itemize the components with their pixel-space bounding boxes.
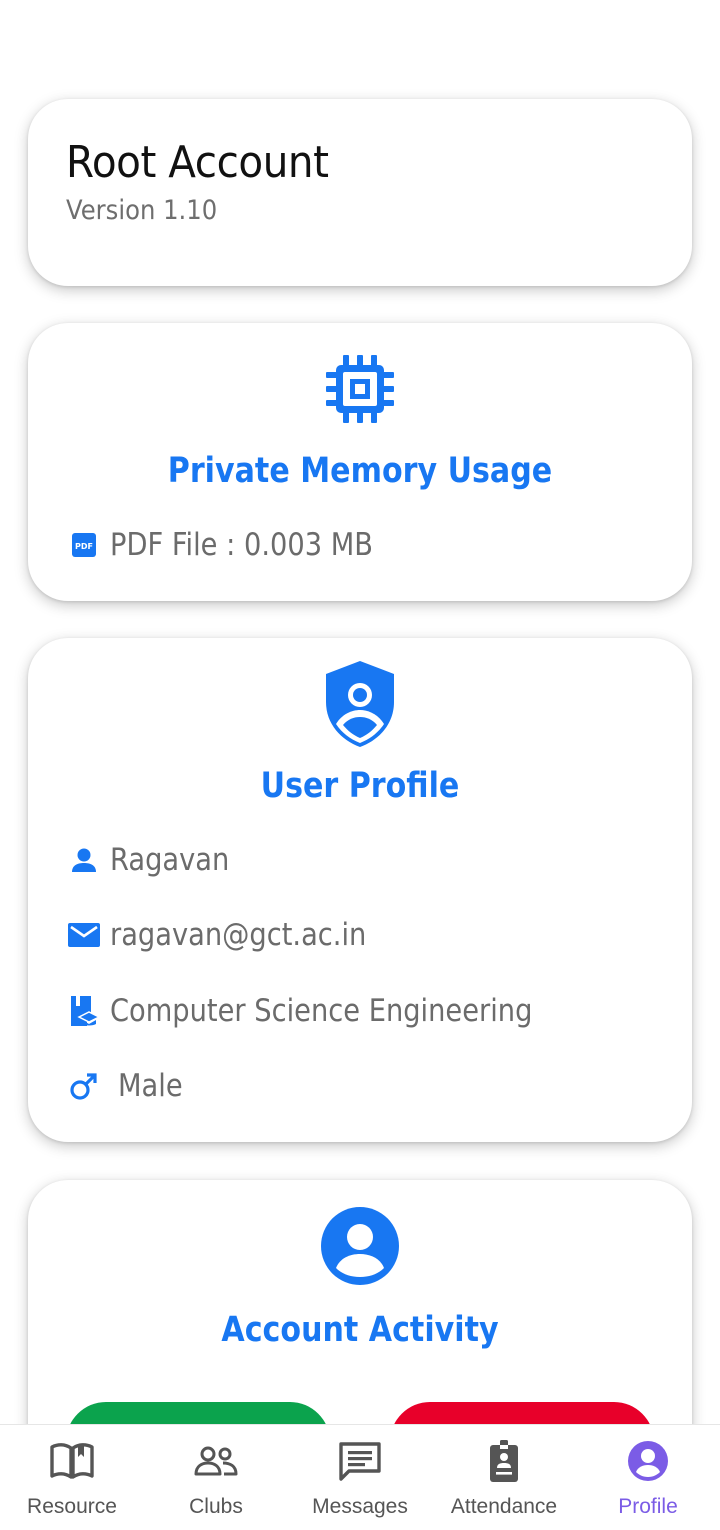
badge-icon	[480, 1439, 528, 1483]
book-icon	[48, 1439, 96, 1483]
memory-usage-card: Private Memory Usage PDF PDF File : 0.00…	[28, 323, 692, 601]
pdf-file-icon: PDF	[66, 527, 102, 563]
activity-red-button[interactable]	[390, 1402, 654, 1424]
svg-text:PDF: PDF	[75, 542, 93, 551]
activity-green-button[interactable]	[66, 1402, 330, 1424]
version-label: Version 1.10	[66, 195, 218, 226]
account-title: Root Account	[66, 137, 329, 188]
mail-icon	[66, 917, 102, 953]
nav-item-resource[interactable]: Resource	[0, 1425, 144, 1530]
memory-chip-icon	[322, 351, 398, 432]
user-profile-card: User Profile Ragavan ragavan@gct.ac.in C…	[28, 638, 692, 1142]
nav-item-messages[interactable]: Messages	[288, 1425, 432, 1530]
profile-department: Computer Science Engineering	[110, 993, 533, 1029]
pdf-usage-row: PDF PDF File : 0.003 MB	[66, 523, 409, 567]
nav-label-attendance: Attendance	[450, 1495, 558, 1518]
profile-name-row: Ragavan	[66, 838, 246, 882]
bottom-navigation: Resource Clubs Messages Attendance Profi…	[0, 1424, 720, 1530]
profile-department-row: Computer Science Engineering	[66, 989, 590, 1033]
nav-item-attendance[interactable]: Attendance	[432, 1425, 576, 1530]
profile-gender-row: Male	[66, 1064, 191, 1108]
profile-email: ragavan@gct.ac.in	[110, 917, 367, 953]
account-activity-card: Account Activity	[28, 1180, 692, 1424]
male-icon	[66, 1068, 102, 1104]
nav-label-resource: Resource	[27, 1495, 117, 1518]
people-icon	[192, 1439, 240, 1483]
profile-name: Ragavan	[110, 842, 230, 878]
memory-heading: Private Memory Usage	[167, 451, 553, 491]
nav-label-profile: Profile	[618, 1495, 678, 1518]
root-account-card: Root Account Version 1.10	[28, 99, 692, 286]
user-profile-heading: User Profile	[260, 766, 460, 806]
nav-item-clubs[interactable]: Clubs	[144, 1425, 288, 1530]
person-icon	[66, 842, 102, 878]
profile-icon	[624, 1439, 672, 1483]
department-book-icon	[66, 993, 102, 1029]
profile-email-row: ragavan@gct.ac.in	[66, 913, 401, 957]
profile-gender: Male	[118, 1068, 183, 1104]
shield-user-icon	[320, 658, 400, 755]
message-icon	[336, 1439, 384, 1483]
account-activity-heading: Account Activity	[221, 1310, 499, 1350]
nav-label-messages: Messages	[312, 1495, 408, 1518]
account-circle-icon	[320, 1206, 400, 1291]
pdf-usage-text: PDF File : 0.003 MB	[110, 527, 374, 563]
nav-label-clubs: Clubs	[189, 1495, 243, 1518]
profile-scroll-area[interactable]: Root Account Version 1.10 Private Memory…	[0, 0, 720, 1424]
nav-item-profile[interactable]: Profile	[576, 1425, 720, 1530]
